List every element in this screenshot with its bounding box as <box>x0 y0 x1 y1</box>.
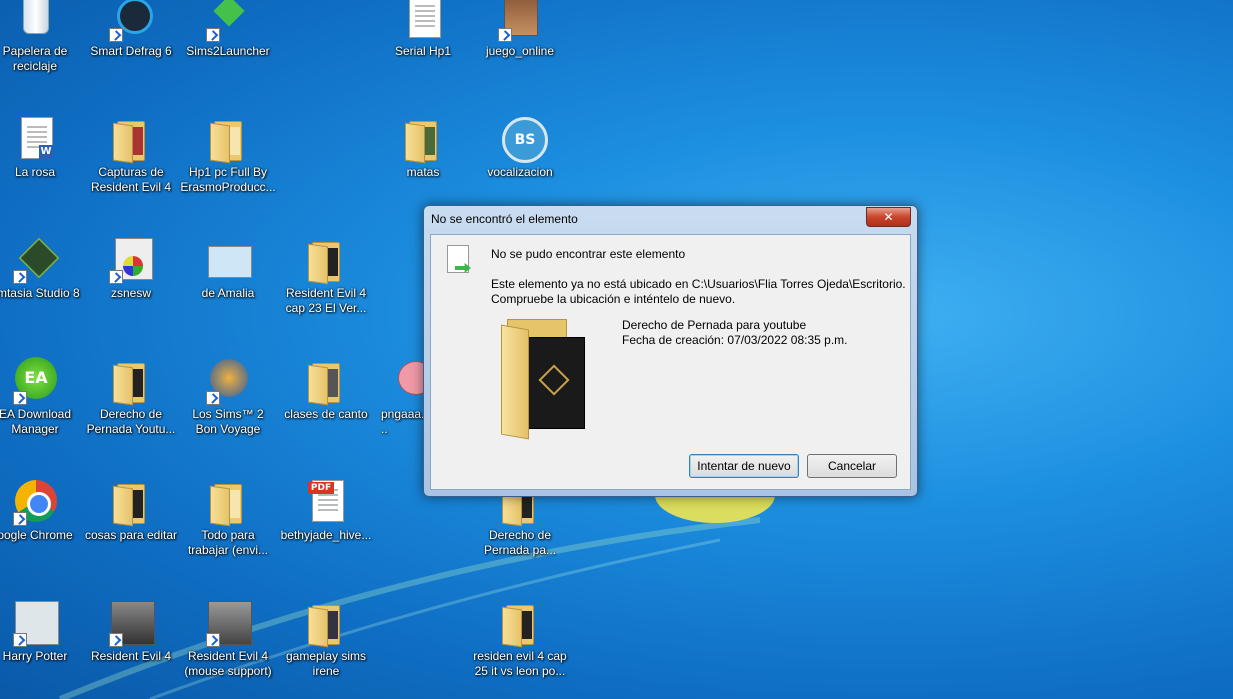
ea-icon: EA <box>11 357 59 405</box>
sims-diamond-icon <box>204 0 252 42</box>
icon-label: Hp1 pc Full By ErasmoProducc... <box>180 165 276 194</box>
icon-label: Resident Evil 4 <box>90 649 172 663</box>
item-name: Derecho de Pernada para youtube <box>622 318 807 332</box>
desktop-icon-recycle-bin[interactable]: Papelera de reciclaje <box>0 0 83 74</box>
desktop-icon-bethyjade[interactable]: PDF bethyjade_hive... <box>278 478 374 543</box>
file-move-icon <box>445 245 473 279</box>
icon-label: bethyjade_hive... <box>280 528 372 542</box>
folder-icon <box>107 115 155 164</box>
smart-defrag-icon <box>107 0 155 42</box>
folder-icon <box>399 115 447 164</box>
item-not-found-dialog: No se encontró el elemento ✕ No se pudo … <box>423 205 918 497</box>
camtasia-icon <box>11 236 60 284</box>
folder-icon <box>496 599 544 648</box>
icon-label: Harry Potter <box>2 649 68 663</box>
icon-label: gameplay sims irene <box>285 649 367 678</box>
desktop-icon-zsnesw[interactable]: zsnesw <box>83 236 179 301</box>
desktop-icon-smart-defrag[interactable]: Smart Defrag 6 <box>83 0 179 59</box>
folder-icon <box>302 236 350 285</box>
text-file-icon <box>399 0 447 42</box>
desktop-icon-residen-ev4-cap25[interactable]: residen evil 4 cap 25 it vs leon po... <box>472 599 568 679</box>
folder-icon <box>107 478 155 527</box>
icon-label: matas <box>406 165 440 179</box>
desktop-icon-derecho-pernada-1[interactable]: Derecho de Pernada Youtu... <box>83 357 179 437</box>
desktop-icon-la-rosa[interactable]: W La rosa <box>0 115 83 180</box>
desktop-icon-pngaaa[interactable]: pngaaa... <box>375 357 425 437</box>
desktop-icon-sims2-bon-voyage[interactable]: Los Sims™ 2 Bon Voyage <box>180 357 276 437</box>
desktop-icon-chrome[interactable]: oogle Chrome <box>0 478 83 543</box>
folder-icon <box>204 115 252 164</box>
dialog-message-line2: Compruebe la ubicación e inténtelo de nu… <box>491 292 736 306</box>
game-portrait-icon <box>107 599 155 647</box>
desktop-icon-serial-hp1[interactable]: Serial Hp1 <box>375 0 471 59</box>
dialog-heading: No se pudo encontrar este elemento <box>491 247 686 261</box>
bluestacks-icon: BS <box>496 115 548 163</box>
icon-label: de Amalia <box>201 286 255 300</box>
desktop-icon-de-amalia[interactable]: de Amalia <box>180 236 276 301</box>
icon-label: Papelera de reciclaje <box>2 44 68 73</box>
desktop-icon-ea-download[interactable]: EA EA Download Manager <box>0 357 83 437</box>
icon-label: cosas para editar <box>84 528 178 542</box>
retry-button[interactable]: Intentar de nuevo <box>689 454 799 478</box>
large-folder-icon <box>501 317 591 440</box>
desktop-icon-hp1-pc[interactable]: Hp1 pc Full By ErasmoProducc... <box>180 115 276 195</box>
desktop-icon-cosas-editar[interactable]: cosas para editar <box>83 478 179 543</box>
folder-icon <box>204 478 252 527</box>
icon-label: Smart Defrag 6 <box>90 44 172 58</box>
folder-icon <box>302 357 350 406</box>
icon-label: Los Sims™ 2 Bon Voyage <box>192 407 264 436</box>
zsnes-icon <box>107 236 155 284</box>
dialog-title: No se encontró el elemento <box>431 212 578 226</box>
chrome-icon <box>11 478 59 526</box>
icon-label: pngaaa... <box>381 407 425 436</box>
icon-label: Derecho de Pernada Youtu... <box>86 407 176 436</box>
desktop-icon-capturas-re4[interactable]: Capturas de Resident Evil 4 <box>83 115 179 195</box>
icon-label: Serial Hp1 <box>394 44 452 58</box>
icon-label: Capturas de Resident Evil 4 <box>90 165 172 194</box>
folder-icon <box>107 357 155 406</box>
icon-label: Sims2Launcher <box>186 44 270 58</box>
desktop-icon-todo-trabajar[interactable]: Todo para trabajar (envi... <box>180 478 276 558</box>
harry-potter-icon <box>11 599 59 647</box>
image-file-icon <box>376 357 425 405</box>
sims-globe-icon <box>204 357 252 405</box>
icon-label: La rosa <box>14 165 56 179</box>
desktop-icon-re4[interactable]: Resident Evil 4 <box>83 599 179 664</box>
cancel-button[interactable]: Cancelar <box>807 454 897 478</box>
desktop-icon-sims2launcher[interactable]: Sims2Launcher <box>180 0 276 59</box>
game-portrait-icon <box>496 0 544 42</box>
desktop-icon-matas[interactable]: matas <box>375 115 471 180</box>
desktop-icon-vocalizacion[interactable]: BS vocalizacion <box>472 115 568 180</box>
icon-label: EA Download Manager <box>0 407 72 436</box>
icon-label: vocalizacion <box>487 165 553 179</box>
desktop-icon-re4-cap23[interactable]: Resident Evil 4 cap 23 El Ver... <box>278 236 374 316</box>
desktop-icon-juego-online[interactable]: juego_online <box>472 0 568 59</box>
image-file-icon <box>204 236 252 284</box>
icon-label: residen evil 4 cap 25 it vs leon po... <box>473 649 567 678</box>
pdf-icon: PDF <box>302 478 350 526</box>
icon-label: oogle Chrome <box>0 528 73 542</box>
desktop-icon-re4-mouse[interactable]: Resident Evil 4 (mouse support) <box>180 599 276 679</box>
icon-label: zsnesw <box>110 286 151 300</box>
desktop-icon-harry-potter[interactable]: Harry Potter <box>0 599 83 664</box>
desktop-icon-clases-canto[interactable]: clases de canto <box>278 357 374 422</box>
dialog-message-line1: Este elemento ya no está ubicado en C:\U… <box>491 277 906 291</box>
dialog-body: No se pudo encontrar este elemento Este … <box>430 234 911 490</box>
folder-icon <box>302 599 350 648</box>
icon-label: Derecho de Pernada pa... <box>483 528 557 557</box>
icon-label: Resident Evil 4 (mouse support) <box>184 649 272 678</box>
icon-label: amtasia Studio 8 <box>0 286 80 300</box>
desktop-icon-camtasia[interactable]: amtasia Studio 8 <box>0 236 83 301</box>
icon-label: juego_online <box>485 44 555 58</box>
word-document-icon: W <box>11 115 59 163</box>
close-button[interactable]: ✕ <box>866 207 911 227</box>
desktop-icon-gameplay-sims[interactable]: gameplay sims irene <box>278 599 374 679</box>
recycle-bin-icon <box>11 0 59 42</box>
icon-label: clases de canto <box>284 407 368 421</box>
game-portrait-icon <box>204 599 252 647</box>
icon-label: Todo para trabajar (envi... <box>187 528 269 557</box>
icon-label: Resident Evil 4 cap 23 El Ver... <box>285 286 367 315</box>
item-creation-date: Fecha de creación: 07/03/2022 08:35 p.m. <box>622 333 848 347</box>
